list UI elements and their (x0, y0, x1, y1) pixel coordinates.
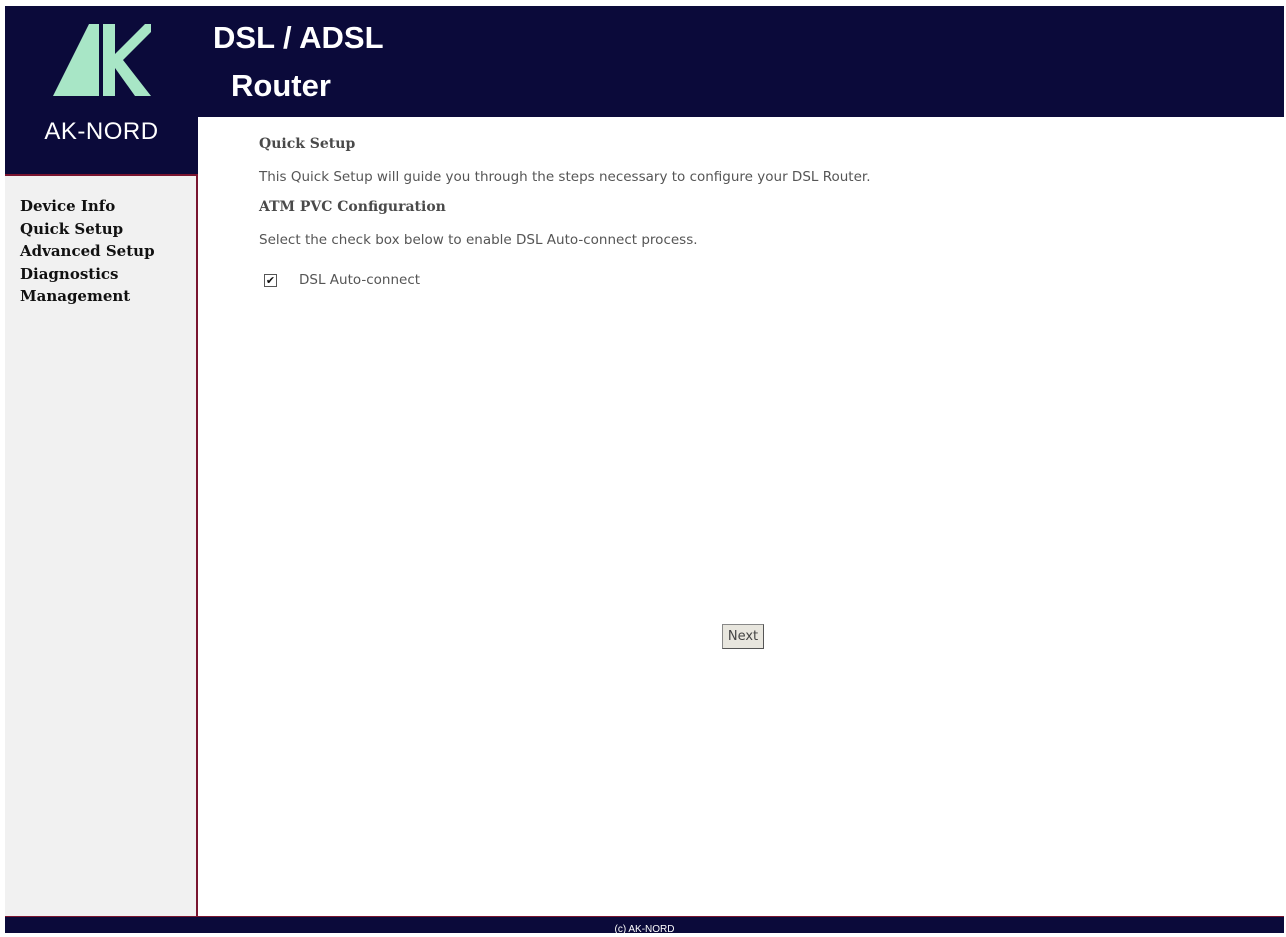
page-title-line2: Router (231, 68, 331, 103)
section-title-quick-setup: Quick Setup (259, 136, 356, 152)
auto-connect-label: DSL Auto-connect (299, 272, 421, 288)
page-title-line1: DSL / ADSL (213, 20, 384, 55)
sidebar-nav: Device Info Quick Setup Advanced Setup D… (5, 195, 155, 308)
router-page: DSL / ADSL Router AK-NORD Device Info Qu… (5, 6, 1284, 935)
footer: (c) AK-NORD (5, 916, 1284, 935)
section-title-atm-pvc: ATM PVC Configuration (259, 199, 446, 215)
sidebar: Device Info Quick Setup Advanced Setup D… (5, 174, 198, 918)
sidebar-item-diagnostics[interactable]: Diagnostics (20, 263, 155, 286)
sidebar-item-advanced-setup[interactable]: Advanced Setup (20, 240, 155, 263)
auto-connect-row: ✔ DSL Auto-connect (264, 272, 420, 288)
main-content: Quick Setup This Quick Setup will guide … (259, 136, 871, 248)
instruction-text: Select the check box below to enable DSL… (259, 232, 698, 248)
sidebar-item-device-info[interactable]: Device Info (20, 195, 155, 218)
copyright-link[interactable]: (c) AK-NORD (615, 924, 675, 935)
auto-connect-checkbox[interactable]: ✔ (264, 273, 277, 287)
next-button[interactable]: Next (722, 624, 764, 649)
sidebar-item-quick-setup[interactable]: Quick Setup (20, 218, 155, 241)
ak-logo-icon (53, 24, 151, 96)
brand-name: AK-NORD (44, 118, 159, 145)
logo-block: AK-NORD (5, 6, 198, 174)
intro-text: This Quick Setup will guide you through … (259, 169, 871, 185)
sidebar-item-management[interactable]: Management (20, 285, 155, 308)
